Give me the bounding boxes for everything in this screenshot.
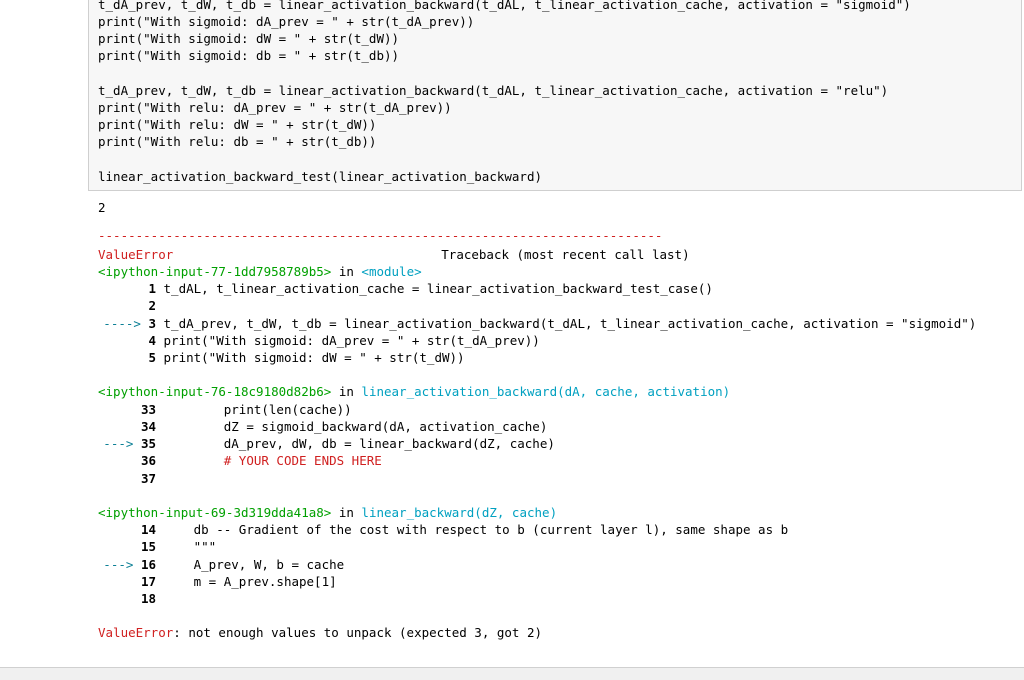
line-code: # YOUR CODE ENDS HERE — [163, 453, 382, 468]
traceback-line-current: ----> 3 t_dA_prev, t_dW, t_db = linear_a… — [98, 315, 976, 332]
traceback-frame-header: <ipython-input-76-18c9180d82b6> in linea… — [98, 383, 730, 400]
line-number: 14 — [140, 522, 156, 537]
traceback-header: ValueError Traceback (most recent call la… — [98, 246, 690, 263]
code-line: linear_activation_backward_test(linear_a… — [98, 168, 542, 185]
traceback-line: 36 # YOUR CODE ENDS HERE — [98, 452, 382, 469]
code-text: t_dA_prev, t_dW, t_db = linear_activatio… — [98, 0, 911, 12]
frame-in: in — [338, 264, 354, 279]
stdout-text: 2 — [98, 199, 106, 216]
line-code: print("With sigmoid: dW = " + str(t_dW)) — [163, 350, 465, 365]
code-line: print("With relu: dA_prev = " + str(t_dA… — [98, 99, 452, 116]
code-line: print("With sigmoid: dA_prev = " + str(t… — [98, 13, 474, 30]
line-number: 16 — [140, 557, 156, 572]
code-line: t_dA_prev, t_dW, t_db = linear_activatio… — [98, 82, 888, 99]
traceback-frame-header: <ipython-input-69-3d319dda41a8> in linea… — [98, 504, 557, 521]
line-number: 17 — [140, 574, 156, 589]
line-number: 35 — [140, 436, 156, 451]
traceback-line: 17 m = A_prev.shape[1] — [98, 573, 337, 590]
line-code: m = A_prev.shape[1] — [163, 574, 337, 589]
code-text: print("With relu: dW = " + str(t_dW)) — [98, 117, 377, 132]
traceback-line: 5 print("With sigmoid: dW = " + str(t_dW… — [98, 349, 465, 366]
line-number: 18 — [140, 591, 156, 606]
traceback-frame-header: <ipython-input-77-1dd7958789b5> in <modu… — [98, 263, 422, 280]
line-number: 3 — [148, 316, 156, 331]
traceback-line: 37 — [98, 470, 164, 487]
frame-context: linear_activation_backward(dA, cache, ac… — [361, 384, 731, 399]
frame-in: in — [338, 505, 354, 520]
final-error-line: ValueError: not enough values to unpack … — [98, 624, 542, 641]
line-number: 37 — [140, 471, 156, 486]
line-code: dZ = sigmoid_backward(dA, activation_cac… — [163, 419, 548, 434]
code-text: linear_activation_backward_test(linear_a… — [98, 169, 543, 184]
separator-text: ----------------------------------------… — [98, 228, 663, 243]
line-code: t_dA_prev, t_dW, t_db = linear_activatio… — [163, 316, 977, 331]
notebook-bottom-divider — [0, 667, 1024, 680]
code-text: print("With sigmoid: db = " + str(t_db)) — [98, 48, 400, 63]
final-error-message: : not enough values to unpack (expected … — [173, 625, 543, 640]
traceback-separator: ----------------------------------------… — [98, 227, 662, 244]
line-code: print(len(cache)) — [163, 402, 352, 417]
line-code: A_prev, W, b = cache — [163, 557, 345, 572]
code-text: print("With sigmoid: dA_prev = " + str(t… — [98, 14, 475, 29]
traceback-line: 18 — [98, 590, 164, 607]
line-number: 5 — [148, 350, 156, 365]
traceback-line-current: ---> 16 A_prev, W, b = cache — [98, 556, 344, 573]
line-number: 36 — [140, 453, 156, 468]
frame-location: <ipython-input-77-1dd7958789b5> — [98, 264, 332, 279]
arrow-marker: ----> — [103, 316, 141, 331]
arrow-marker: ---> — [103, 436, 134, 451]
code-text: t_dA_prev, t_dW, t_db = linear_activatio… — [98, 83, 889, 98]
code-line: t_dA_prev, t_dW, t_db = linear_activatio… — [98, 0, 911, 13]
traceback-line: 1 t_dAL, t_linear_activation_cache = lin… — [98, 280, 713, 297]
frame-in: in — [338, 384, 354, 399]
line-code: print("With sigmoid: dA_prev = " + str(t… — [163, 333, 540, 348]
stdout-value: 2 — [98, 200, 106, 215]
line-number: 33 — [140, 402, 156, 417]
code-line: print("With relu: db = " + str(t_db)) — [98, 133, 376, 150]
line-code: dA_prev, dW, db = linear_backward(dZ, ca… — [163, 436, 555, 451]
final-error-type: ValueError — [98, 625, 174, 640]
line-code: db -- Gradient of the cost with respect … — [163, 522, 789, 537]
error-type: ValueError — [98, 247, 174, 262]
traceback-line: 2 — [98, 297, 164, 314]
code-line: print("With relu: dW = " + str(t_dW)) — [98, 116, 376, 133]
line-number: 1 — [148, 281, 156, 296]
traceback-line: 4 print("With sigmoid: dA_prev = " + str… — [98, 332, 540, 349]
traceback-line: 33 print(len(cache)) — [98, 401, 352, 418]
code-line: print("With sigmoid: dW = " + str(t_dW)) — [98, 30, 399, 47]
frame-context: linear_backward(dZ, cache) — [361, 505, 558, 520]
line-number: 15 — [140, 539, 156, 554]
frame-context: <module> — [361, 264, 422, 279]
line-number: 4 — [148, 333, 156, 348]
code-text: print("With relu: dA_prev = " + str(t_dA… — [98, 100, 452, 115]
traceback-line: 15 """ — [98, 538, 216, 555]
frame-location: <ipython-input-76-18c9180d82b6> — [98, 384, 332, 399]
code-text: print("With relu: db = " + str(t_db)) — [98, 134, 377, 149]
code-text: print("With sigmoid: dW = " + str(t_dW)) — [98, 31, 400, 46]
traceback-line: 34 dZ = sigmoid_backward(dA, activation_… — [98, 418, 547, 435]
code-line: print("With sigmoid: db = " + str(t_db)) — [98, 47, 399, 64]
traceback-header-text: Traceback (most recent call last) — [441, 247, 690, 262]
arrow-marker: ---> — [103, 557, 134, 572]
line-code: t_dAL, t_linear_activation_cache = linea… — [163, 281, 713, 296]
line-code: """ — [163, 539, 217, 554]
frame-location: <ipython-input-69-3d319dda41a8> — [98, 505, 332, 520]
traceback-line-current: ---> 35 dA_prev, dW, db = linear_backwar… — [98, 435, 555, 452]
line-number: 34 — [140, 419, 156, 434]
traceback-line: 14 db -- Gradient of the cost with respe… — [98, 521, 788, 538]
line-number: 2 — [148, 298, 156, 313]
